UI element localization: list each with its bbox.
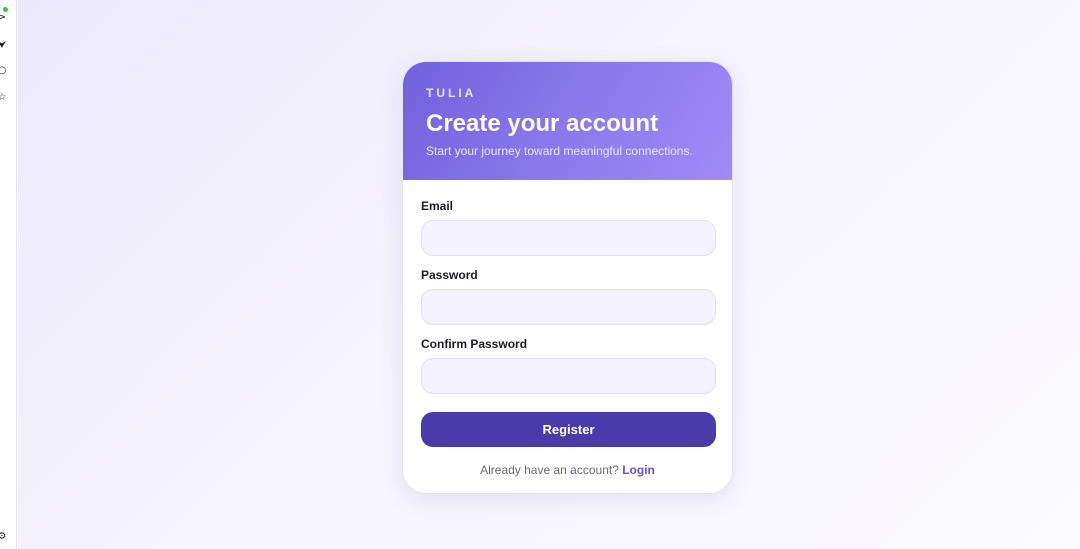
chevron-right-icon[interactable]: > (0, 11, 8, 23)
password-label: Password (421, 268, 478, 282)
card-header: TULIA Create your account Start your jou… (403, 62, 732, 180)
email-label: Email (421, 199, 454, 213)
email-group: Email (421, 198, 716, 256)
login-link[interactable]: Login (622, 463, 655, 477)
page-background: TULIA Create your account Start your jou… (18, 0, 1080, 549)
star-icon[interactable]: ☆ (0, 91, 8, 103)
register-button[interactable]: Register (421, 412, 716, 447)
email-field[interactable] (421, 220, 716, 256)
left-rail: > ⮟ ○ ☆ ⚙ (0, 0, 17, 549)
circle-icon[interactable]: ○ (0, 64, 8, 76)
page-subtitle: Start your journey toward meaningful con… (426, 144, 693, 158)
confirm-password-group: Confirm Password (421, 336, 716, 394)
register-card: TULIA Create your account Start your jou… (402, 61, 733, 494)
bell-icon[interactable]: ⮟ (0, 39, 8, 51)
password-field[interactable] (421, 289, 716, 325)
confirm-password-field[interactable] (421, 358, 716, 394)
settings-icon[interactable]: ⚙ (0, 530, 8, 542)
login-prompt-text: Already have an account? (480, 463, 619, 477)
login-prompt: Already have an account? Login (421, 463, 714, 477)
confirm-password-label: Confirm Password (421, 337, 528, 351)
page-title: Create your account (426, 110, 659, 137)
register-form: Email Password Confirm Password Register… (403, 180, 732, 477)
password-group: Password (421, 267, 716, 325)
brand-logo: TULIA (426, 86, 477, 100)
